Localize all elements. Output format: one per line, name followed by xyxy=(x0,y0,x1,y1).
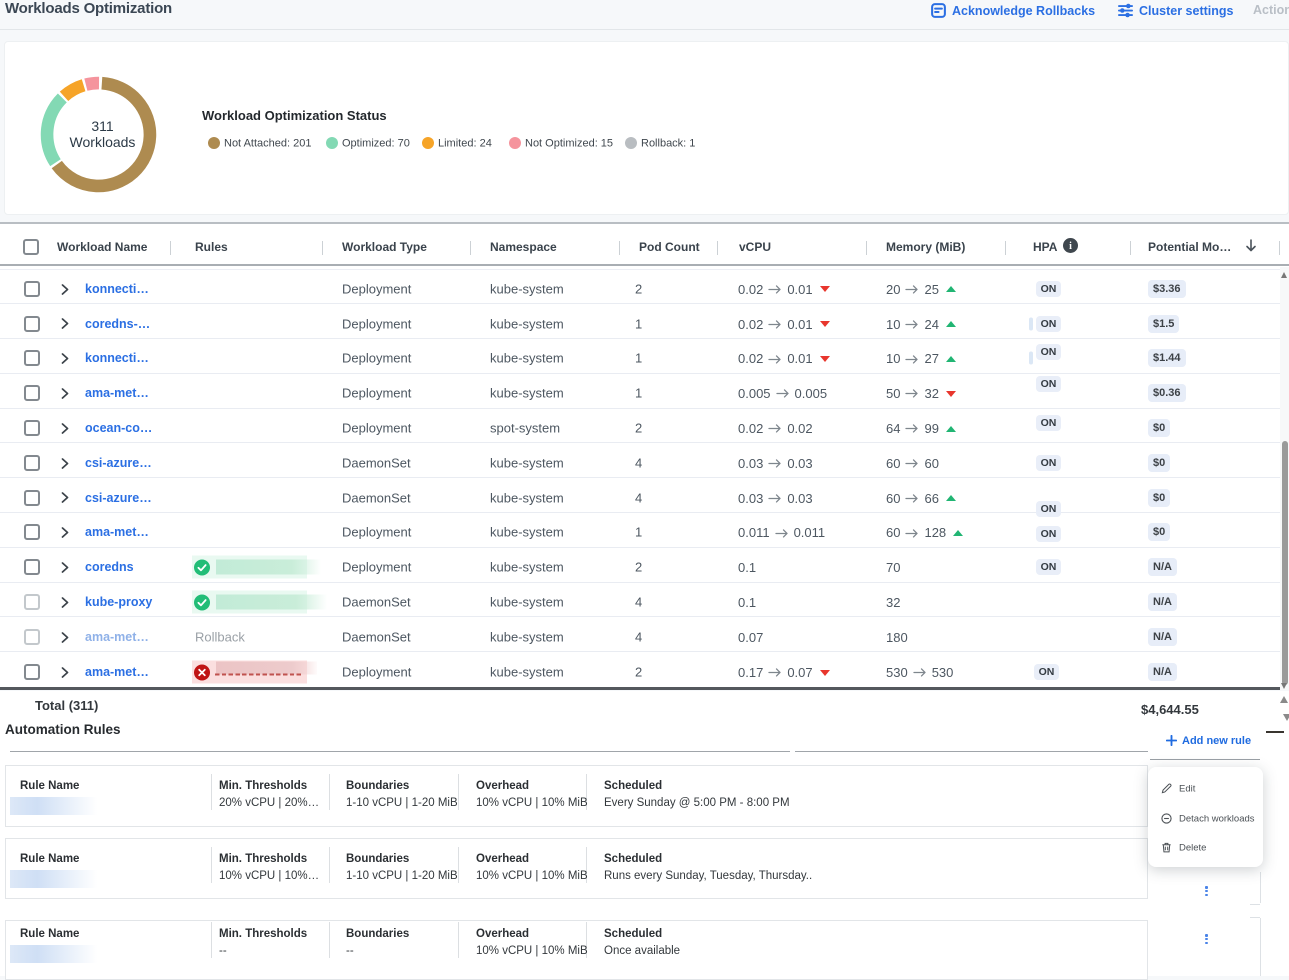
svg-text:i: i xyxy=(1069,241,1072,252)
